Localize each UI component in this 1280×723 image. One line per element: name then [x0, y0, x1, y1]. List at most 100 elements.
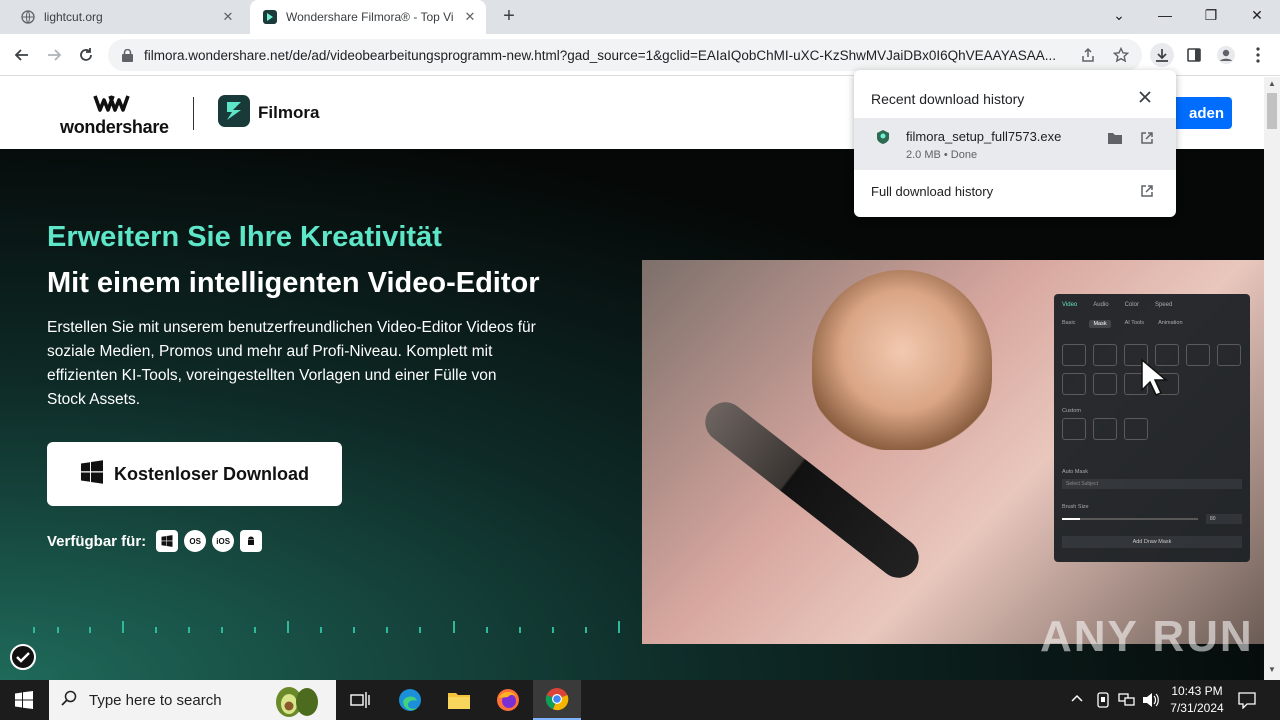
- wondershare-logo[interactable]: wondershare: [60, 94, 170, 137]
- minimize-button[interactable]: —: [1142, 0, 1188, 30]
- folder-icon[interactable]: [1107, 131, 1123, 150]
- tab-lightcut[interactable]: lightcut.org ✕: [8, 0, 244, 34]
- hero-section: Erweitern Sie Ihre Kreativität Mit einem…: [0, 149, 1264, 680]
- tray-device-icon[interactable]: [1096, 692, 1110, 713]
- filmora-favicon-icon: [262, 9, 278, 25]
- address-bar[interactable]: filmora.wondershare.net/de/ad/videobearb…: [108, 39, 1142, 71]
- panel-subtab-mask: Mask: [1089, 320, 1111, 328]
- notification-icon[interactable]: [1238, 691, 1256, 714]
- start-button[interactable]: [0, 680, 48, 720]
- ios-icon: iOS: [212, 530, 235, 552]
- globe-icon: [20, 9, 36, 25]
- brush-size-slider: [1062, 518, 1198, 520]
- hero-subheadline: Mit einem intelligenten Video-Editor: [47, 267, 540, 299]
- free-download-button[interactable]: Kostenloser Download: [47, 442, 342, 506]
- profile-avatar-icon[interactable]: [1214, 43, 1238, 67]
- tab-search-icon[interactable]: ⌄: [1096, 0, 1142, 30]
- tab-strip: lightcut.org ✕ Wondershare Filmora® - To…: [0, 0, 1280, 34]
- select-subject-dropdown: Select Subject: [1062, 479, 1242, 489]
- clock-time: 10:43 PM: [1171, 684, 1223, 698]
- macos-icon: OS: [184, 530, 207, 552]
- scroll-down-arrow[interactable]: ▼: [1268, 665, 1276, 674]
- custom-shape-row: [1062, 418, 1148, 440]
- taskbar-clock[interactable]: 10:43 PM 7/31/2024: [1163, 683, 1231, 717]
- search-icon: [61, 690, 77, 711]
- tab-filmora[interactable]: Wondershare Filmora® - Top Vi ✕: [250, 0, 486, 34]
- open-external-icon[interactable]: [1140, 184, 1154, 203]
- available-label: Verfügbar für:: [47, 532, 147, 550]
- file-icon: [876, 129, 890, 150]
- brush-size-label: Brush Size: [1062, 504, 1089, 510]
- mouse-cursor-icon: [1140, 358, 1172, 403]
- task-view-icon[interactable]: [336, 680, 384, 720]
- filmora-logo-icon: [218, 94, 250, 132]
- chrome-icon[interactable]: [533, 680, 581, 720]
- lock-icon: [120, 48, 134, 62]
- page-scrollbar[interactable]: ▲ ▼: [1264, 77, 1280, 680]
- clock-date: 7/31/2024: [1170, 701, 1224, 715]
- scroll-thumb[interactable]: [1267, 93, 1277, 129]
- full-download-history-link[interactable]: Full download history: [871, 184, 993, 199]
- audio-wave-decoration: [33, 621, 620, 633]
- free-download-label: Kostenloser Download: [113, 463, 310, 484]
- windows-icon: [80, 459, 104, 489]
- tab-close-icon[interactable]: ✕: [460, 9, 480, 25]
- network-icon[interactable]: [1118, 692, 1136, 713]
- download-history-popup: Recent download history filmora_setup_fu…: [854, 70, 1176, 217]
- file-explorer-icon[interactable]: [435, 680, 483, 720]
- download-file-meta: 2.0 MB • Done: [906, 149, 978, 161]
- download-file-name: filmora_setup_full7573.exe: [906, 129, 1062, 144]
- windows-icon: [156, 530, 179, 552]
- tab-title: lightcut.org: [44, 10, 103, 24]
- new-tab-button[interactable]: +: [498, 6, 520, 28]
- auto-mask-label: Auto Mask: [1062, 469, 1088, 475]
- menu-kebab-icon[interactable]: [1246, 43, 1270, 67]
- brush-size-value: 80: [1206, 514, 1242, 524]
- tab-title: Wondershare Filmora® - Top Vi: [286, 10, 454, 24]
- custom-label: Custom: [1062, 408, 1081, 414]
- edge-icon[interactable]: [386, 680, 434, 720]
- hero-headline: Erweitern Sie Ihre Kreativität: [47, 221, 442, 253]
- filmora-wordmark: Filmora: [258, 103, 320, 122]
- hero-product-image: Video Audio Color Speed Basic Mask AI To…: [642, 260, 1264, 644]
- reload-button[interactable]: [74, 43, 98, 67]
- wondershare-wordmark: wondershare: [60, 117, 169, 137]
- back-button[interactable]: [10, 43, 34, 67]
- panel-tab-speed: Speed: [1154, 302, 1173, 308]
- volume-icon[interactable]: [1142, 692, 1160, 713]
- firefox-icon[interactable]: [484, 680, 532, 720]
- side-panel-icon[interactable]: [1182, 43, 1206, 67]
- open-external-icon[interactable]: [1140, 131, 1154, 150]
- panel-subtab-animation: Animation: [1158, 320, 1183, 326]
- hero-description: Erstellen Sie mit unserem benutzerfreund…: [47, 319, 536, 408]
- anyrun-watermark: ANY RUN: [1040, 612, 1254, 661]
- filmora-logo[interactable]: Filmora: [218, 94, 320, 132]
- bookmark-star-icon[interactable]: [1112, 46, 1130, 68]
- url-text: filmora.wondershare.net/de/ad/videobearb…: [144, 47, 1056, 63]
- header-download-label: aden: [1188, 104, 1224, 122]
- scroll-up-arrow[interactable]: ▲: [1268, 79, 1276, 88]
- avocado-search-highlight-icon: [271, 682, 321, 723]
- panel-tab-audio: Audio: [1093, 302, 1109, 308]
- search-placeholder: Type here to search: [89, 691, 222, 709]
- panel-tab-color: Color: [1124, 302, 1139, 308]
- forward-button[interactable]: [42, 43, 66, 67]
- windows-taskbar: Type here to search 10:43 PM 7/31/2024: [0, 680, 1280, 720]
- download-item[interactable]: filmora_setup_full7573.exe 2.0 MB • Done: [854, 118, 1176, 170]
- header-divider: [193, 97, 194, 130]
- panel-subtab-basic: Basic: [1062, 320, 1076, 326]
- taskbar-search[interactable]: Type here to search: [49, 680, 336, 720]
- tray-chevron-icon[interactable]: [1070, 692, 1084, 711]
- restore-button[interactable]: ❐: [1188, 0, 1234, 30]
- panel-tab-video: Video: [1062, 302, 1078, 308]
- editor-mask-panel: Video Audio Color Speed Basic Mask AI To…: [1054, 294, 1250, 562]
- android-icon: [240, 530, 263, 552]
- popup-close-icon[interactable]: [1138, 88, 1152, 109]
- portrait-image: [812, 270, 992, 450]
- close-window-button[interactable]: ✕: [1234, 0, 1280, 30]
- tab-close-icon[interactable]: ✕: [218, 9, 238, 25]
- shield-badge-icon: [10, 644, 36, 675]
- share-icon[interactable]: [1080, 47, 1096, 68]
- downloads-icon[interactable]: [1150, 43, 1174, 67]
- add-draw-mask-button: Add Draw Mask: [1062, 536, 1242, 548]
